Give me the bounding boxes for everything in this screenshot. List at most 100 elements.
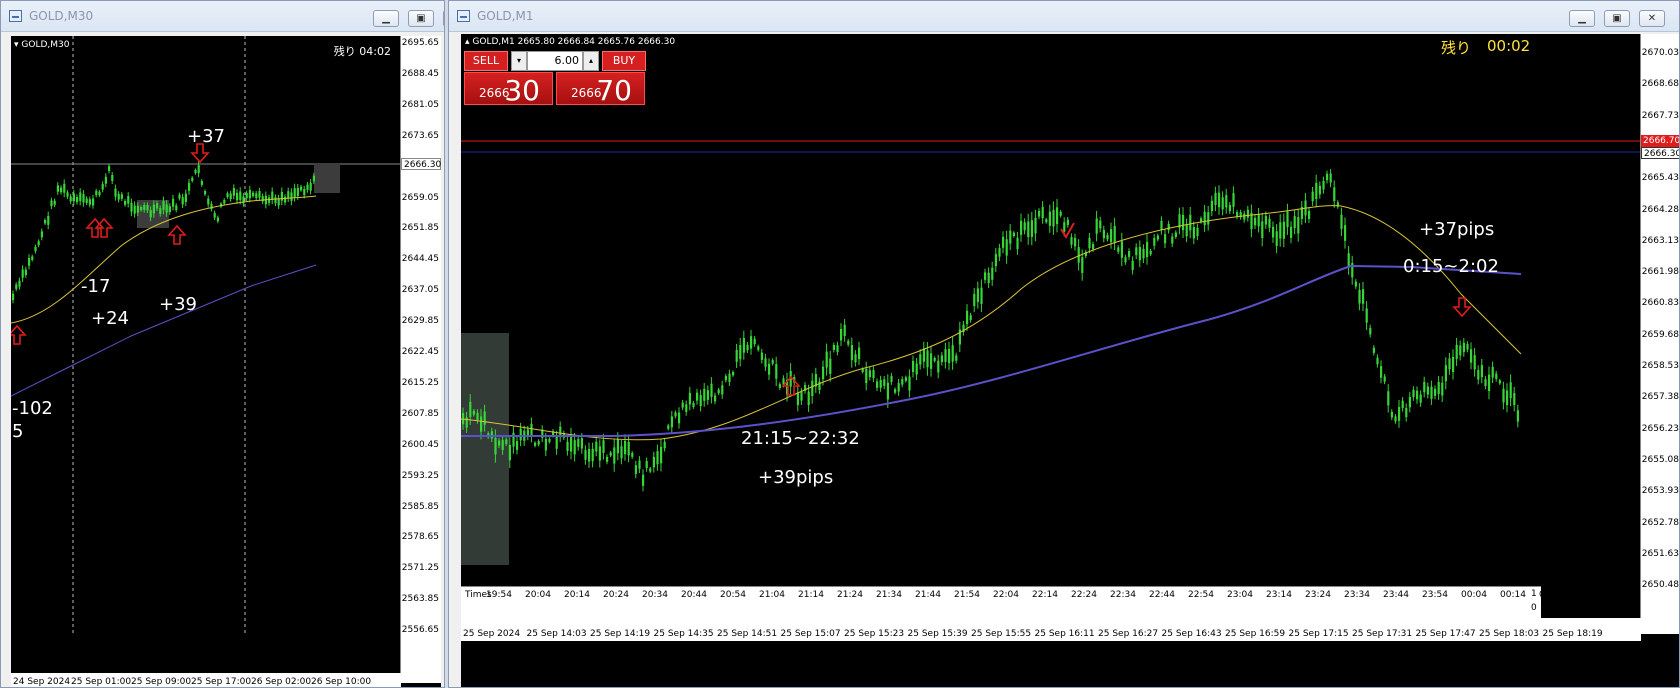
candle-body <box>1124 257 1127 263</box>
time-tick-label: 25 Sep 2024 <box>463 629 521 639</box>
candle-body <box>843 324 846 336</box>
candle-body <box>306 184 309 190</box>
m1-price-axis[interactable]: 2670.032668.682667.732666.432665.432664.… <box>1640 34 1679 634</box>
candle-body <box>1117 247 1120 252</box>
m1-time-axis[interactable]: 25 Sep 2024 25 Sep 14:03 25 Sep 14:19 25 Se… <box>461 618 1641 641</box>
candle-body <box>53 200 56 205</box>
maximize-button[interactable]: ▣ <box>1604 10 1630 27</box>
times-tick-label: 22:34 <box>1110 590 1136 600</box>
times-tick-label: 22:54 <box>1188 590 1214 600</box>
candle-body <box>1282 221 1285 239</box>
candle-body <box>1002 236 1005 248</box>
m1-annotation-pips1: +39pips <box>758 467 834 488</box>
lot-decrease-button[interactable]: ▾ <box>511 51 527 71</box>
candle-body <box>255 193 258 199</box>
moving-average-slow <box>11 264 317 397</box>
candle-body <box>1412 389 1415 398</box>
candle-body <box>955 355 958 361</box>
candle-body <box>1135 247 1138 256</box>
candle-body <box>717 389 720 394</box>
highlight-box <box>314 163 340 193</box>
candle-body <box>1394 416 1397 422</box>
current-price-tag: 2666.30 <box>401 158 441 170</box>
candle-body <box>1023 222 1026 231</box>
chart-window-icon <box>457 10 470 22</box>
price-tick-label: 2665.43 <box>1641 173 1679 184</box>
candle-body <box>1362 289 1365 304</box>
close-button[interactable]: ✕ <box>1639 10 1665 27</box>
moving-average-fast <box>461 205 1522 441</box>
candle-body <box>114 188 117 197</box>
candle-body <box>1167 223 1170 231</box>
candle-body <box>268 197 271 203</box>
minimize-button[interactable]: ▁ <box>373 10 399 27</box>
candle-body <box>165 204 168 213</box>
candle-body <box>476 412 479 420</box>
candle-body <box>685 404 688 412</box>
times-tick-label: 21:34 <box>876 590 902 600</box>
candle-body <box>624 440 627 455</box>
m1-chart-area[interactable]: ▴ GOLD,M1 2665.80 2666.84 2665.76 2666.3… <box>461 34 1679 687</box>
candle-body <box>130 202 133 212</box>
lot-size-input[interactable]: 6.00 <box>527 51 583 71</box>
candle-body <box>616 439 619 454</box>
maximize-button[interactable]: ▣ <box>408 10 434 27</box>
price-tick-label: 2663.13 <box>1641 235 1679 246</box>
candle-body <box>757 346 760 350</box>
m30-title-bar[interactable]: GOLD,M30 ▁ ▣ ✕ <box>1 1 444 32</box>
price-tick-label: 2658.53 <box>1641 361 1679 371</box>
candle-body <box>1196 227 1199 236</box>
close-button[interactable]: ✕ <box>443 10 444 27</box>
candle-body <box>631 453 634 457</box>
m1-title-bar[interactable]: GOLD,M1 ▁ ▣ ✕ <box>449 1 1679 32</box>
m30-chart-area[interactable]: ▾ GOLD,M30 残り 04:02 +37 -17 +24 +39 -102… <box>11 36 441 687</box>
candle-body <box>1088 238 1091 249</box>
candle-body <box>1416 390 1419 400</box>
price-tick-label: 2695.65 <box>401 38 439 48</box>
candle-body <box>1192 227 1195 239</box>
candle-body <box>1092 244 1095 250</box>
candle-body <box>516 441 519 450</box>
candle-body <box>108 166 111 171</box>
candle-body <box>1045 219 1048 223</box>
candle-body <box>764 358 767 367</box>
candle-body <box>688 392 691 405</box>
candle-body <box>602 440 605 453</box>
candle-body <box>1264 215 1267 225</box>
candle-body <box>861 369 864 372</box>
candle-body <box>930 353 933 369</box>
candle-body <box>1344 225 1347 241</box>
m1-symbol-text: GOLD,M1 2665.80 2666.84 2665.76 2666.30 <box>472 37 676 47</box>
candle-body <box>750 336 753 349</box>
candle-body <box>197 165 200 174</box>
candle-body <box>204 191 207 195</box>
minimize-button[interactable]: ▁ <box>1569 10 1595 27</box>
candle-body <box>670 416 673 428</box>
candle-body <box>822 366 825 380</box>
candle-body <box>1437 382 1440 394</box>
m30-price-axis[interactable]: 2695.65 2688.45 2681.05 2673.65 2666.30 2659.… <box>400 36 441 683</box>
candle-body <box>1160 220 1163 231</box>
candle-body <box>699 395 702 406</box>
sell-price-quote[interactable]: 2666 30 <box>464 72 553 107</box>
candle-body <box>897 383 900 392</box>
candle-body <box>703 388 706 401</box>
candle-body <box>1326 173 1329 181</box>
lot-increase-button[interactable]: ▴ <box>583 51 599 71</box>
buy-price-quote[interactable]: 2666 70 <box>556 72 645 107</box>
candle-body <box>1516 410 1519 422</box>
candle-body <box>232 188 235 196</box>
times-scale-label: 0 <box>1531 603 1537 613</box>
candle-body <box>768 363 771 375</box>
candle-body <box>1016 237 1019 250</box>
buy-button[interactable]: BUY <box>602 51 646 71</box>
time-tick-label: 25 Sep 14:51 <box>717 629 778 639</box>
candle-body <box>28 258 31 266</box>
m30-time-axis[interactable]: 24 Sep 2024 25 Sep 01:00 25 Sep 09:00 25 Se… <box>11 673 401 687</box>
candle-body <box>1372 347 1375 353</box>
sell-button[interactable]: SELL <box>464 51 508 71</box>
times-indicator-panel[interactable]: Times 19:54 20:04 20:14 20:24 20:34 20:44 20:5… <box>461 586 1565 620</box>
candle-body <box>876 381 879 388</box>
price-tick-label: 2673.65 <box>401 130 439 141</box>
times-tick-label: 21:44 <box>915 590 941 600</box>
